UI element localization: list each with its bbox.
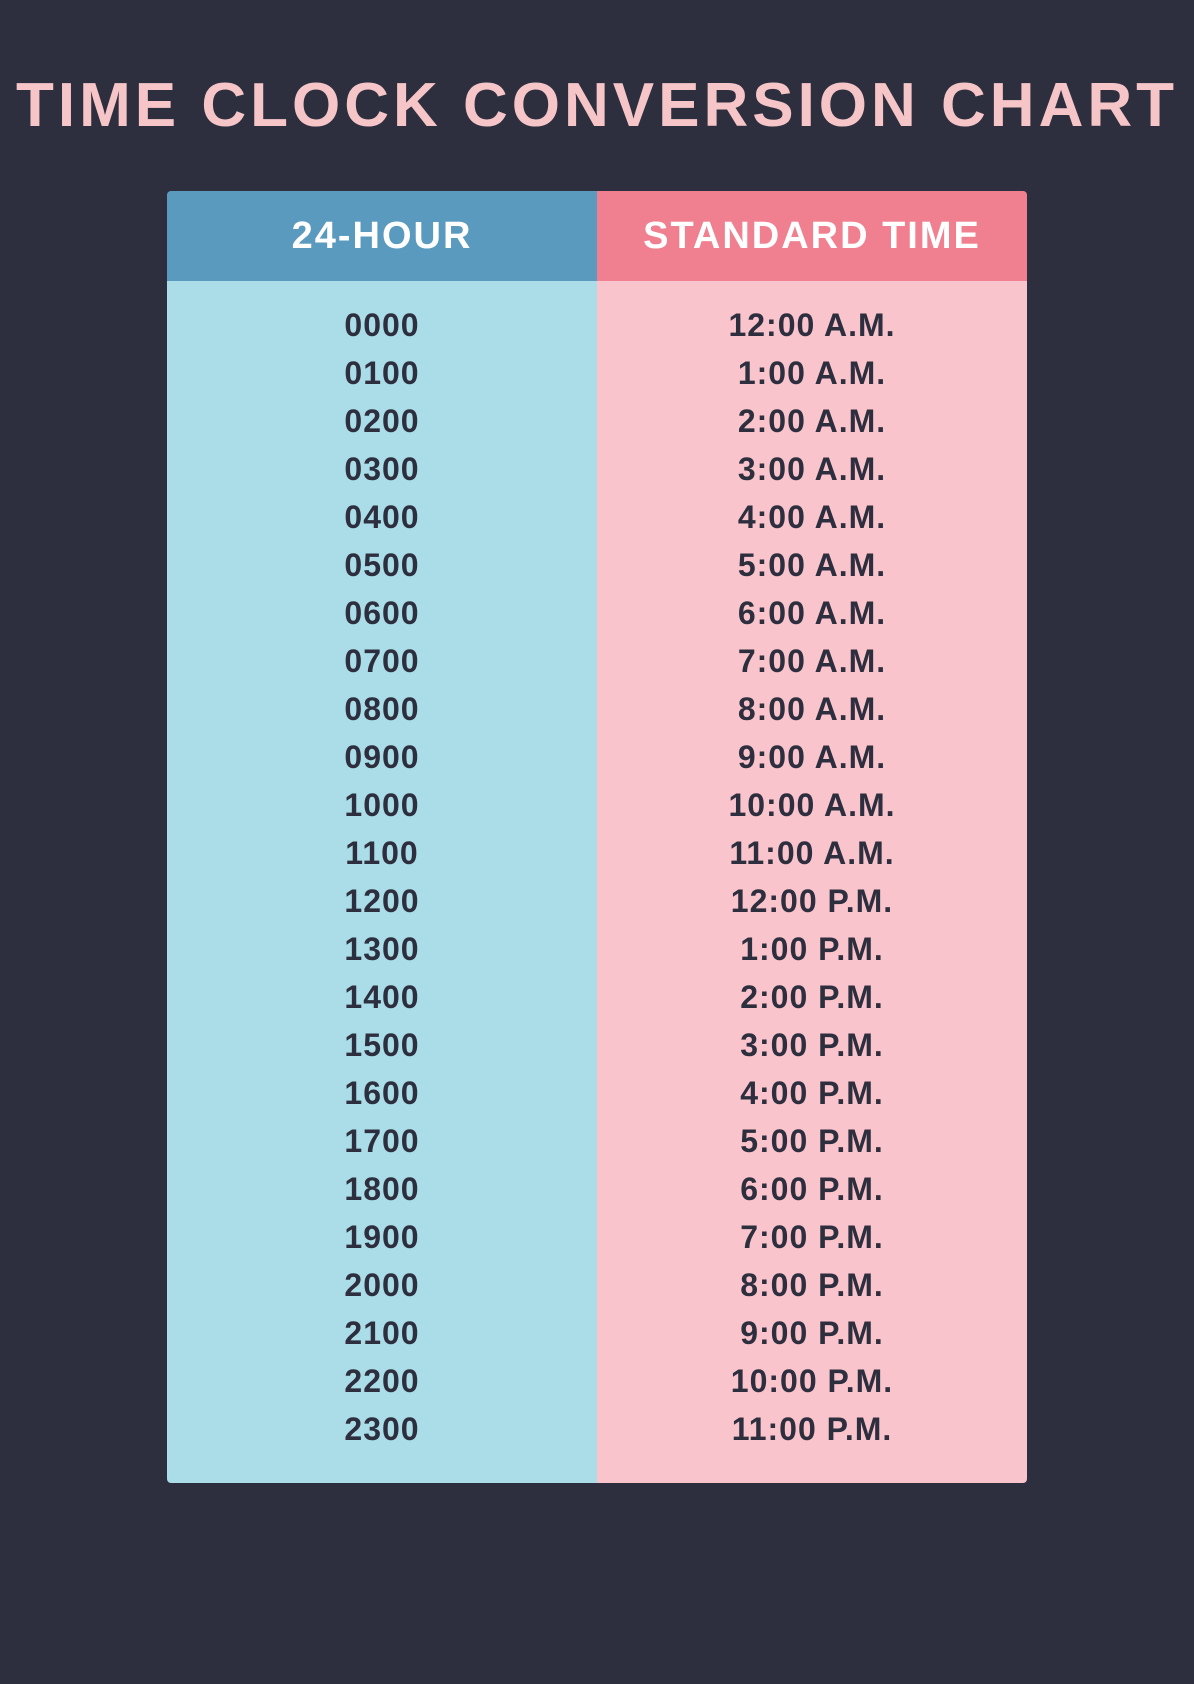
table-row: 7:00 P.M. <box>597 1213 1027 1261</box>
table-row: 3:00 A.M. <box>597 445 1027 493</box>
column-24hour: 24-HOUR 00000100020003000400050006000700… <box>167 191 597 1483</box>
table-row: 0800 <box>167 685 597 733</box>
table-row: 0500 <box>167 541 597 589</box>
table-row: 1300 <box>167 925 597 973</box>
table-row: 2200 <box>167 1357 597 1405</box>
table-row: 1600 <box>167 1069 597 1117</box>
table-row: 1800 <box>167 1165 597 1213</box>
table-row: 1:00 P.M. <box>597 925 1027 973</box>
table-row: 2100 <box>167 1309 597 1357</box>
column-standard: STANDARD TIME 12:00 A.M.1:00 A.M.2:00 A.… <box>597 191 1027 1483</box>
body-standard: 12:00 A.M.1:00 A.M.2:00 A.M.3:00 A.M.4:0… <box>597 281 1027 1483</box>
table-row: 2300 <box>167 1405 597 1453</box>
table-row: 0300 <box>167 445 597 493</box>
table-row: 12:00 P.M. <box>597 877 1027 925</box>
table-row: 1700 <box>167 1117 597 1165</box>
page-title: TIME CLOCK CONVERSION CHART <box>16 70 1178 141</box>
table-row: 5:00 P.M. <box>597 1117 1027 1165</box>
table-row: 0200 <box>167 397 597 445</box>
table-row: 8:00 A.M. <box>597 685 1027 733</box>
table-row: 9:00 A.M. <box>597 733 1027 781</box>
table-row: 5:00 A.M. <box>597 541 1027 589</box>
table-row: 10:00 A.M. <box>597 781 1027 829</box>
conversion-table: 24-HOUR 00000100020003000400050006000700… <box>167 191 1027 1483</box>
table-row: 1100 <box>167 829 597 877</box>
table-row: 1900 <box>167 1213 597 1261</box>
table-row: 6:00 P.M. <box>597 1165 1027 1213</box>
table-row: 2000 <box>167 1261 597 1309</box>
table-row: 0000 <box>167 301 597 349</box>
table-row: 12:00 A.M. <box>597 301 1027 349</box>
table-row: 7:00 A.M. <box>597 637 1027 685</box>
table-row: 6:00 A.M. <box>597 589 1027 637</box>
table-row: 0900 <box>167 733 597 781</box>
table-row: 3:00 P.M. <box>597 1021 1027 1069</box>
table-row: 4:00 A.M. <box>597 493 1027 541</box>
table-row: 0400 <box>167 493 597 541</box>
table-row: 11:00 P.M. <box>597 1405 1027 1453</box>
table-row: 1400 <box>167 973 597 1021</box>
table-row: 0600 <box>167 589 597 637</box>
table-row: 0700 <box>167 637 597 685</box>
table-row: 10:00 P.M. <box>597 1357 1027 1405</box>
table-row: 2:00 P.M. <box>597 973 1027 1021</box>
body-24hour: 0000010002000300040005000600070008000900… <box>167 281 597 1483</box>
table-row: 8:00 P.M. <box>597 1261 1027 1309</box>
table-row: 1200 <box>167 877 597 925</box>
table-row: 1500 <box>167 1021 597 1069</box>
table-row: 11:00 A.M. <box>597 829 1027 877</box>
header-24hour: 24-HOUR <box>167 191 597 281</box>
table-row: 9:00 P.M. <box>597 1309 1027 1357</box>
table-row: 0100 <box>167 349 597 397</box>
table-row: 2:00 A.M. <box>597 397 1027 445</box>
table-row: 1000 <box>167 781 597 829</box>
table-row: 4:00 P.M. <box>597 1069 1027 1117</box>
header-standard: STANDARD TIME <box>597 191 1027 281</box>
table-row: 1:00 A.M. <box>597 349 1027 397</box>
